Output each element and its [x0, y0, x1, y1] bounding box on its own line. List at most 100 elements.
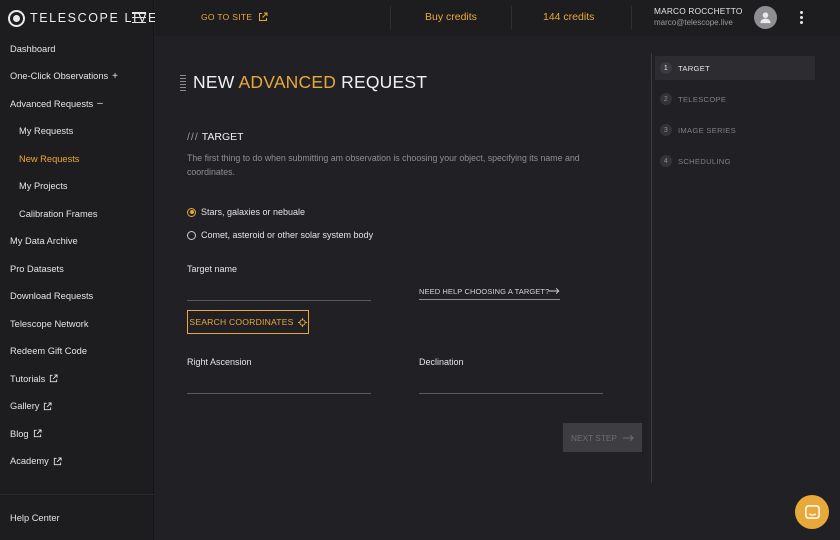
sidebar-item-my-projects[interactable]: My Projects — [0, 173, 154, 201]
title-suffix: REQUEST — [336, 72, 428, 92]
radio-unchecked-icon[interactable] — [187, 230, 196, 240]
sidebar-item-label: Telescope Network — [10, 318, 89, 329]
sidebar-item-label: My Projects — [19, 181, 68, 192]
need-help-label: NEED HELP CHOOSING A TARGET? — [419, 286, 550, 296]
step-label: TELESCOPE — [678, 94, 727, 104]
step-telescope[interactable]: 2 TELESCOPE — [655, 87, 815, 111]
sidebar-item-my-data-archive[interactable]: My Data Archive — [0, 228, 154, 256]
avatar[interactable] — [754, 6, 777, 29]
right-ascension-input[interactable] — [187, 376, 371, 394]
search-coordinates-label: SEARCH COORDINATES — [189, 317, 294, 327]
step-label: IMAGE SERIES — [678, 125, 737, 135]
arrow-right-icon — [622, 434, 634, 441]
buy-credits-link[interactable]: Buy credits — [425, 11, 477, 23]
next-step-button[interactable]: NEXT STEP — [563, 423, 642, 452]
radio-label: Stars, galaxies or nebuale — [201, 207, 306, 217]
external-link-icon — [33, 429, 42, 438]
sidebar-item-calibration-frames[interactable]: Calibration Frames — [0, 200, 154, 228]
sidebar-item-label: One-Click Observations — [10, 71, 109, 82]
step-label: SCHEDULING — [678, 156, 731, 166]
arrow-right-icon — [549, 288, 560, 294]
radio-label: Comet, asteroid or other solar system bo… — [201, 230, 374, 240]
step-target[interactable]: 1 TARGET — [655, 56, 815, 80]
page-title: NEW ADVANCED REQUEST — [180, 72, 427, 93]
sidebar-item-redeem-gift-code[interactable]: Redeem Gift Code — [0, 338, 154, 366]
external-link-icon — [53, 457, 62, 465]
crosshair-icon — [297, 317, 307, 327]
external-link-icon — [44, 402, 53, 410]
sidebar-item-label: Gallery — [10, 401, 40, 412]
credits-balance: 144 credits — [543, 11, 595, 23]
telescope-logo-icon — [8, 9, 25, 27]
declination-label: Declination — [419, 357, 464, 367]
title-prefix: NEW — [193, 72, 239, 92]
external-link-icon — [50, 374, 58, 383]
sidebar-item-label: Calibration Frames — [19, 208, 98, 219]
sidebar-item-tutorials[interactable]: Tutorials — [0, 365, 154, 393]
declination-input[interactable] — [419, 376, 603, 394]
sidebar-item-label: Advanced Requests — [10, 98, 94, 109]
radio-checked-icon[interactable] — [187, 207, 196, 217]
target-name-input[interactable] — [187, 283, 371, 301]
go-to-site-label: GO TO SITE — [201, 12, 253, 22]
sidebar-item-download-requests[interactable]: Download Requests — [0, 283, 154, 311]
sidebar-item-blog[interactable]: Blog — [0, 420, 154, 448]
sidebar-item-telescope-network[interactable]: Telescope Network — [0, 310, 154, 338]
radio-option-comet[interactable]: Comet, asteroid or other solar system bo… — [187, 230, 373, 240]
drag-handle-icon — [180, 74, 186, 91]
topbar-divider — [511, 6, 512, 30]
section-slashes: /// — [187, 131, 199, 143]
right-ascension-label: Right Ascension — [187, 357, 252, 367]
user-email: marco@telescope.live — [654, 18, 733, 27]
step-number: 4 — [660, 155, 672, 167]
help-center-link[interactable]: Help Center — [10, 513, 60, 523]
sidebar-item-label: My Requests — [19, 126, 74, 137]
steps-divider — [651, 53, 652, 483]
sidebar-divider — [0, 494, 154, 495]
expand-plus-icon: + — [112, 70, 119, 82]
sidebar-item-label: My Data Archive — [10, 236, 78, 247]
sidebar-item-new-requests[interactable]: New Requests — [0, 145, 154, 173]
step-label: TARGET — [678, 63, 711, 73]
sidebar-item-academy[interactable]: Academy — [0, 448, 154, 476]
sidebar-item-label: Tutorials — [10, 373, 46, 384]
external-link-icon — [259, 12, 268, 21]
sidebar-item-gallery[interactable]: Gallery — [0, 393, 154, 421]
topbar-divider — [631, 6, 632, 30]
section-title: ///TARGET — [187, 131, 244, 143]
sidebar-item-label: Pro Datasets — [10, 263, 64, 274]
go-to-site-link[interactable]: GO TO SITE — [201, 12, 268, 22]
section-description: The first thing to do when submitting am… — [187, 153, 580, 177]
target-name-label: Target name — [187, 264, 238, 274]
title-highlight: ADVANCED — [238, 72, 337, 92]
next-step-label: NEXT STEP — [571, 432, 617, 443]
step-number: 1 — [660, 62, 672, 74]
user-icon — [760, 12, 771, 24]
sidebar-item-dashboard[interactable]: Dashboard — [0, 35, 154, 63]
sidebar-item-label: New Requests — [19, 153, 80, 164]
hamburger-icon[interactable] — [132, 12, 146, 23]
sidebar-item-label: Academy — [10, 456, 49, 467]
step-number: 3 — [660, 124, 672, 136]
sidebar-item-one-click-observations[interactable]: One-Click Observations + — [0, 63, 154, 91]
kebab-icon[interactable] — [800, 11, 804, 24]
chat-icon — [804, 504, 820, 519]
sidebar-item-label: Download Requests — [10, 291, 94, 302]
step-number: 2 — [660, 93, 672, 105]
sidebar: TELESCOPE LIVE Dashboard One-Click Obser… — [0, 0, 156, 540]
section-title-text: TARGET — [201, 131, 244, 143]
need-help-link[interactable]: NEED HELP CHOOSING A TARGET? — [419, 283, 560, 300]
chat-button[interactable] — [795, 495, 829, 529]
sidebar-item-label: Redeem Gift Code — [10, 346, 87, 357]
sidebar-item-advanced-requests[interactable]: Advanced Requests – — [0, 90, 154, 118]
radio-option-stars[interactable]: Stars, galaxies or nebuale — [187, 207, 305, 217]
sidebar-item-label: Dashboard — [10, 43, 56, 54]
collapse-minus-icon: – — [97, 98, 103, 110]
sidebar-item-my-requests[interactable]: My Requests — [0, 118, 154, 146]
search-coordinates-button[interactable]: SEARCH COORDINATES — [187, 310, 309, 334]
sidebar-nav: Dashboard One-Click Observations + Advan… — [0, 35, 154, 475]
step-scheduling[interactable]: 4 SCHEDULING — [655, 149, 815, 173]
sidebar-item-pro-datasets[interactable]: Pro Datasets — [0, 255, 154, 283]
step-image-series[interactable]: 3 IMAGE SERIES — [655, 118, 815, 142]
top-bar: GO TO SITE Buy credits 144 credits MARCO… — [155, 0, 840, 36]
